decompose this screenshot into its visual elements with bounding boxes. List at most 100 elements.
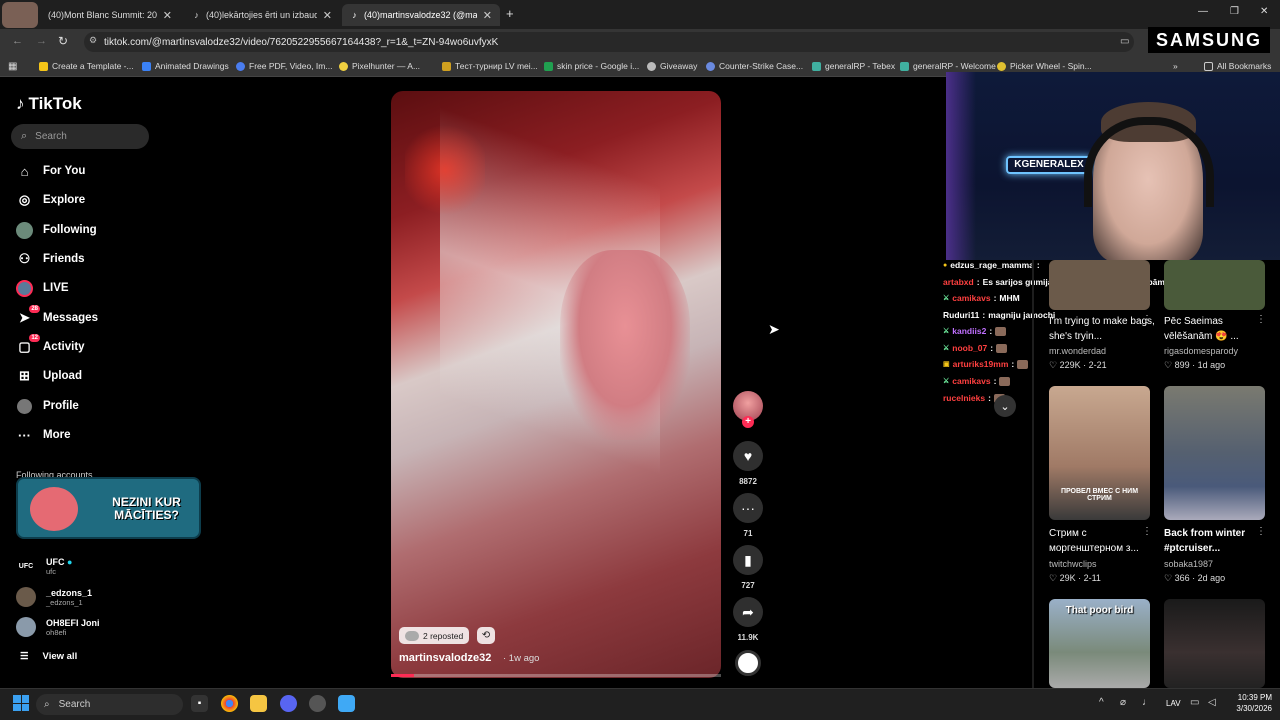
nav-for-you[interactable]: ⌂ For You — [16, 160, 86, 182]
reload-icon[interactable]: ↻ — [58, 34, 68, 48]
reposted-text: 2 reposted — [423, 630, 464, 641]
file-explorer-icon[interactable] — [250, 695, 267, 712]
windows-start-icon[interactable] — [13, 695, 29, 711]
tray-chevron-icon[interactable]: ^ — [1099, 697, 1104, 708]
video-thumbnail[interactable]: That poor bird — [1049, 599, 1150, 688]
bookmark-label: Pixelhunter — A... — [352, 61, 421, 71]
verified-icon: ● — [67, 556, 73, 567]
nav-live[interactable]: LIVE — [16, 277, 69, 299]
network-icon[interactable]: ⌀ — [1120, 697, 1126, 708]
back-icon[interactable]: ← — [12, 35, 23, 47]
video-author[interactable]: sobaka1987 — [1164, 559, 1213, 569]
app-icon[interactable] — [309, 695, 326, 712]
close-tab-icon[interactable]: ✕ — [477, 9, 492, 22]
video-author[interactable]: twitchwclips — [1049, 559, 1097, 569]
task-view-icon[interactable]: ▪ — [191, 695, 208, 712]
more-options-icon[interactable]: ⋮ — [1256, 314, 1266, 325]
account-item[interactable]: _edzons_1 _edzons_1 — [16, 587, 92, 607]
nav-upload[interactable]: ⊞ Upload — [16, 365, 82, 387]
bookmark-8[interactable]: generalRP - Tebex — [812, 61, 895, 71]
bookmark-0[interactable]: Create a Template -... — [39, 61, 134, 71]
account-handle: oh8efi — [46, 627, 67, 637]
apps-grid-icon[interactable]: ▦ — [8, 61, 17, 72]
bookmark-6[interactable]: Giveaway — [647, 61, 697, 71]
taskbar-search-input[interactable]: ⌕ Search — [36, 694, 183, 715]
like-button[interactable]: ♥ 8872 — [733, 441, 763, 486]
video-thumbnail[interactable] — [1049, 260, 1150, 310]
music-disc-icon[interactable] — [735, 650, 761, 676]
bookmark-10[interactable]: Picker Wheel - Spin... — [997, 61, 1092, 71]
repost-icon[interactable]: ⟲ — [477, 627, 495, 644]
new-tab-button[interactable]: + — [506, 6, 514, 21]
comment-icon: ··· — [733, 493, 763, 523]
restore-window-icon[interactable]: ❐ — [1230, 6, 1239, 17]
share-button[interactable]: ➦ 11.9K — [733, 597, 763, 642]
discord-icon[interactable] — [280, 695, 297, 712]
nav-activity[interactable]: ▢ 12 Activity — [16, 333, 85, 358]
more-options-icon[interactable]: ⋮ — [1142, 314, 1152, 325]
bookmark-1[interactable]: Animated Drawings — [142, 61, 229, 71]
more-options-icon[interactable]: ⋮ — [1256, 526, 1266, 537]
video-thumbnail[interactable] — [1164, 599, 1265, 688]
notepad-icon[interactable] — [338, 695, 355, 712]
nav-more[interactable]: ··· More — [16, 424, 70, 446]
bookmark-7[interactable]: Counter-Strike Case... — [706, 61, 803, 71]
chevron-down-icon[interactable]: ⌄ — [994, 395, 1016, 417]
save-button[interactable]: ▮ 727 — [733, 545, 763, 590]
account-item[interactable]: OH8EFI Joni oh8efi — [16, 617, 100, 637]
close-tab-icon[interactable]: ✕ — [317, 9, 332, 22]
forward-icon[interactable]: → — [36, 35, 47, 47]
close-tab-icon[interactable]: ✕ — [157, 9, 172, 22]
video-author[interactable]: martinsvalodze32 — [399, 652, 491, 664]
view-all-link[interactable]: ☰ View all — [20, 651, 77, 662]
minimize-window-icon[interactable]: — — [1198, 6, 1208, 17]
url-field[interactable]: ⚙ tiktok.com/@martinsvalodze32/video/762… — [84, 32, 1134, 52]
bookmark-5[interactable]: skin price - Google i... — [544, 61, 639, 71]
tab-0[interactable]: (40)Mont Blanc Summit: 2026 |✕ — [40, 4, 180, 26]
video-title[interactable]: Pēc Saeimas vēlēšanām 😍 ... — [1164, 314, 1256, 344]
system-clock[interactable]: 10:39 PM 3/30/2026 — [1228, 692, 1272, 714]
nav-messages[interactable]: ➤ 28 Messages — [16, 304, 98, 329]
profile-avatar[interactable] — [2, 2, 38, 28]
video-author[interactable]: mr.wonderdad — [1049, 346, 1106, 356]
chrome-icon[interactable] — [221, 695, 238, 712]
paper-plane-icon: ➤ 28 — [19, 304, 40, 325]
bookmark-3[interactable]: Pixelhunter — A... — [339, 61, 420, 71]
video-author[interactable]: rigasdomesparody — [1164, 346, 1238, 356]
microphone-icon[interactable]: ♩ — [1142, 697, 1152, 708]
bookmark-2[interactable]: Free PDF, Video, Im... — [236, 61, 332, 71]
bookmark-label: generalRP - Welcome — [913, 61, 996, 71]
nav-label: For You — [43, 165, 86, 177]
video-thumbnail[interactable] — [1164, 260, 1265, 310]
list-icon: ☰ — [20, 651, 29, 662]
monitor-icon[interactable]: ▭ — [1190, 697, 1199, 708]
more-options-icon[interactable]: ⋮ — [1142, 526, 1152, 537]
tab-2-active[interactable]: ♪ (40)martinsvalodze32 (@martin✕ — [342, 4, 500, 26]
site-info-icon[interactable]: ⚙ — [89, 35, 97, 46]
bookmark-9[interactable]: generalRP - Welcome — [900, 61, 996, 71]
video-thumbnail[interactable] — [1164, 386, 1265, 520]
tiktok-logo[interactable]: ♪ TikTok — [16, 94, 82, 114]
more-bookmarks-icon[interactable]: » — [1173, 61, 1178, 71]
reposted-pill[interactable]: 2 reposted — [399, 627, 470, 644]
video-progress-bar[interactable] — [391, 674, 721, 677]
account-item[interactable]: UFC UFC ● ufc — [16, 556, 72, 576]
nav-following[interactable]: Following — [16, 219, 97, 241]
all-bookmarks[interactable]: All Bookmarks — [1204, 61, 1271, 71]
nav-profile[interactable]: Profile — [16, 395, 79, 417]
video-thumbnail[interactable]: ПРОВЕЛ ВМЕС С НИМ СТРИМ — [1049, 386, 1150, 520]
bookmark-4[interactable]: Тест-турнир LV mei... — [442, 61, 538, 71]
video-title[interactable]: Стрим с моргенштерном з... — [1049, 526, 1141, 556]
search-input[interactable]: ⌕ Search — [11, 124, 149, 149]
nav-explore[interactable]: ◎ Explore — [16, 189, 85, 211]
language-indicator[interactable]: LAV — [1166, 699, 1181, 708]
cast-icon[interactable]: ▭ — [1120, 36, 1129, 47]
nav-friends[interactable]: ⚇ Friends — [16, 248, 85, 270]
video-title[interactable]: Back from winter #ptcruiser... — [1164, 526, 1256, 556]
like-count: 899 — [1174, 360, 1190, 370]
volume-icon[interactable]: ◁ — [1208, 697, 1216, 708]
close-window-icon[interactable]: ✕ — [1260, 6, 1268, 17]
follow-plus-icon[interactable]: + — [742, 416, 754, 428]
comment-button[interactable]: ··· 71 — [733, 493, 763, 538]
tab-1[interactable]: ♪ (40)lekārtojies ērti un izbaudi p ✕ — [184, 4, 340, 26]
